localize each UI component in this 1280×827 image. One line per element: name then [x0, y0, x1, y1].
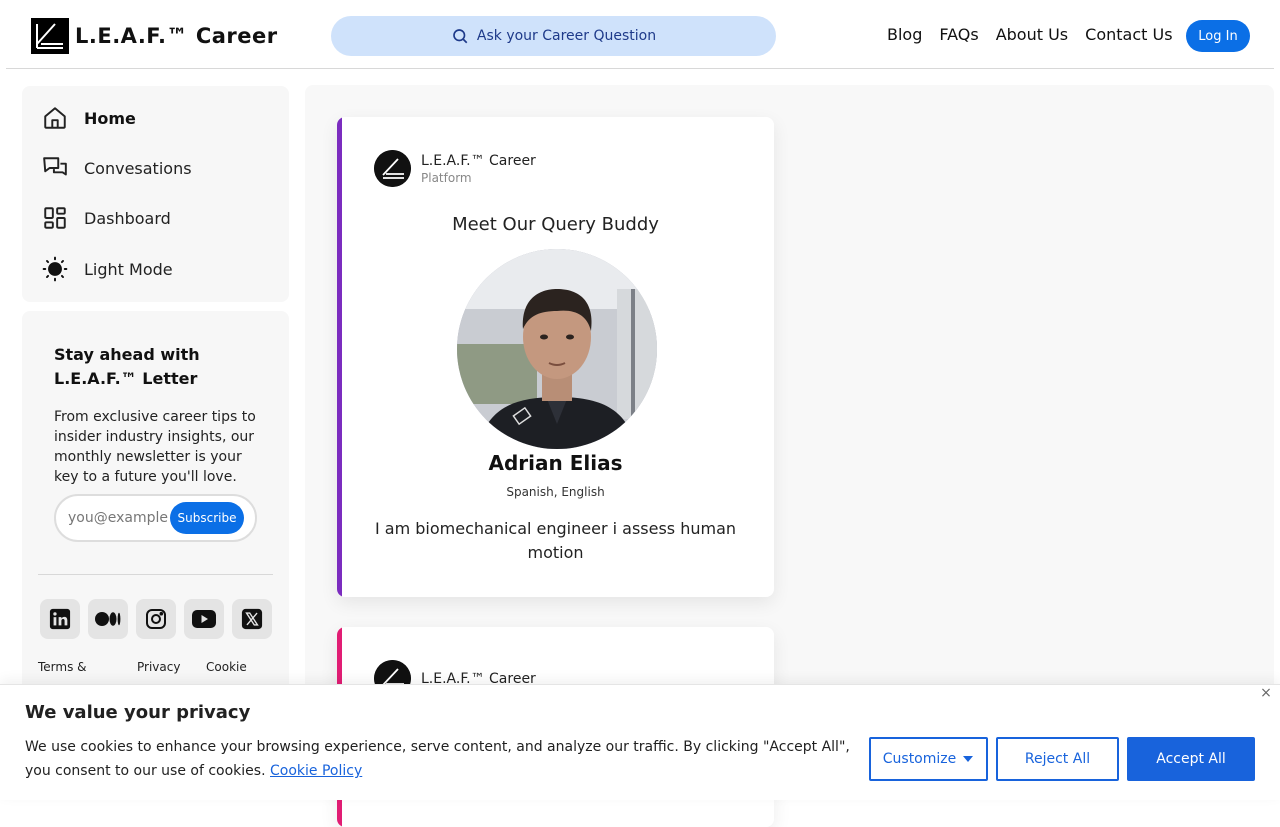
sidebar-item-label: Convesations — [84, 158, 192, 178]
top-nav: Blog FAQs About Us Contact Us — [887, 25, 1190, 45]
customize-label: Customize — [882, 751, 957, 767]
sidebar-item-dashboard[interactable]: Dashboard — [42, 203, 171, 233]
query-buddy-card[interactable]: L.E.A.F.™ Career Platform Meet Our Query… — [337, 117, 774, 597]
dashboard-icon — [42, 205, 68, 231]
youtube-icon[interactable] — [184, 599, 224, 639]
cookie-message: We use cookies to enhance your browsing … — [25, 739, 850, 779]
accept-all-button[interactable]: Accept All — [1127, 737, 1255, 781]
sidebar-nav: Home Convesations Dashboard Light Mode — [22, 86, 289, 302]
social-links — [40, 599, 280, 639]
caret-down-icon — [963, 756, 974, 762]
org-name: L.E.A.F.™ Career — [421, 152, 536, 169]
sidebar-item-conversations[interactable]: Convesations — [42, 153, 192, 183]
cookie-text: We use cookies to enhance your browsing … — [25, 735, 865, 783]
buddy-name: Adrian Elias — [488, 451, 623, 475]
nav-contact-us[interactable]: Contact Us — [1085, 25, 1172, 45]
buddy-bio: I am biomechanical engineer i assess hum… — [374, 519, 737, 562]
org-type: Platform — [421, 170, 472, 185]
buddy-avatar — [457, 249, 657, 449]
cookie-title: We value your privacy — [25, 702, 251, 723]
newsletter-description: From exclusive career tips to insider in… — [54, 409, 256, 485]
sidebar-item-light-mode[interactable]: Light Mode — [42, 254, 173, 284]
newsletter-divider — [38, 574, 273, 575]
nav-about-us[interactable]: About Us — [996, 25, 1068, 45]
buddy-languages: Spanish, English — [506, 485, 605, 499]
sidebar-item-home[interactable]: Home — [42, 103, 136, 133]
newsletter-panel: Stay ahead with L.E.A.F.™ Letter From ex… — [22, 311, 289, 711]
medium-icon[interactable] — [88, 599, 128, 639]
nav-blog[interactable]: Blog — [887, 25, 922, 45]
instagram-icon[interactable] — [136, 599, 176, 639]
newsletter-title: Stay ahead with L.E.A.F.™ Letter — [54, 345, 200, 388]
email-input[interactable] — [68, 508, 168, 528]
card-header: L.E.A.F.™ Career Platform — [374, 150, 536, 187]
customize-button[interactable]: Customize — [869, 737, 988, 781]
brand-logo-icon — [31, 18, 69, 54]
header-divider — [6, 68, 1274, 69]
chat-icon — [42, 155, 68, 181]
close-icon[interactable]: × — [1259, 686, 1273, 700]
cookie-policy-link[interactable]: Cookie Policy — [270, 763, 362, 779]
reject-all-button[interactable]: Reject All — [996, 737, 1119, 781]
org-logo-icon — [374, 150, 411, 187]
search-icon — [453, 29, 468, 44]
brand[interactable]: L.E.A.F.™ Career — [31, 18, 278, 54]
sun-icon — [42, 256, 68, 282]
sidebar-item-label: Dashboard — [84, 208, 171, 228]
sidebar-item-label: Light Mode — [84, 259, 173, 279]
privacy-link[interactable]: Privacy — [137, 660, 180, 674]
card-title: Meet Our Query Buddy — [452, 214, 659, 235]
search-placeholder: Ask your Career Question — [476, 28, 657, 44]
nav-faqs[interactable]: FAQs — [939, 25, 978, 45]
brand-name: L.E.A.F.™ Career — [75, 24, 278, 48]
terms-link[interactable]: Terms & — [38, 660, 87, 674]
linkedin-icon[interactable] — [40, 599, 80, 639]
career-question-search[interactable]: Ask your Career Question — [331, 16, 776, 56]
home-icon — [42, 105, 68, 131]
card-accent — [337, 117, 342, 597]
top-header: L.E.A.F.™ Career Ask your Career Questio… — [0, 0, 1280, 69]
sidebar-item-label: Home — [84, 108, 136, 128]
login-button[interactable]: Log In — [1186, 20, 1250, 52]
cookie-link[interactable]: Cookie — [206, 660, 247, 674]
x-icon[interactable] — [232, 599, 272, 639]
subscribe-button[interactable]: Subscribe — [170, 502, 244, 534]
newsletter-form: Subscribe — [54, 494, 257, 542]
